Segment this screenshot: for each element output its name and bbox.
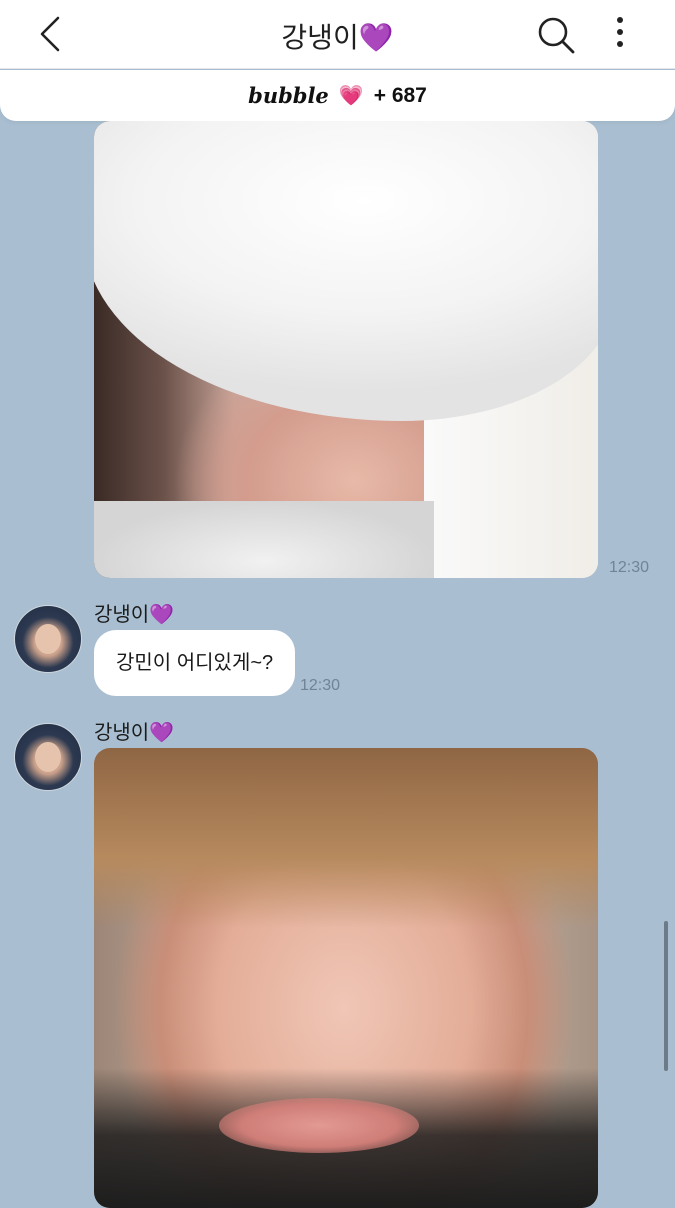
pink-heart-icon: 💗 [338, 85, 364, 107]
photo-content [219, 1098, 419, 1153]
photo-content [94, 501, 434, 578]
bubble-count: + 687 [373, 83, 427, 107]
message-time: 12:30 [609, 559, 650, 576]
chat-bubble[interactable]: 강민이 어디있게~? [94, 630, 296, 696]
avatar[interactable] [14, 605, 82, 673]
more-menu-button[interactable] [605, 12, 635, 56]
bubble-letter-bar[interactable]: bubble 💗 + 687 [0, 70, 675, 121]
chat-photo[interactable] [94, 748, 598, 1208]
chat-photo[interactable] [94, 121, 598, 578]
bubble-logo: bubble [248, 83, 329, 108]
more-vertical-icon [617, 17, 623, 47]
sender-name: 강냉이💜 [94, 722, 175, 744]
top-bar: 강냉이💜 [0, 0, 675, 69]
scrollbar[interactable] [664, 921, 668, 1071]
message-time: 12:30 [300, 677, 341, 694]
avatar[interactable] [14, 723, 82, 791]
search-icon [538, 17, 575, 54]
search-button[interactable] [534, 13, 578, 57]
avatar-face [35, 742, 61, 772]
avatar-face [35, 624, 61, 654]
sender-name: 강냉이💜 [94, 604, 175, 626]
photo-content [94, 121, 598, 421]
